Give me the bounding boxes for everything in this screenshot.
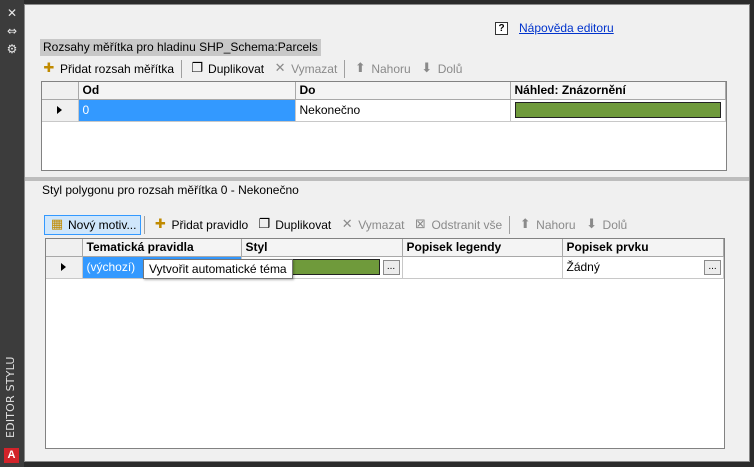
column-header-legend[interactable]: Popisek legendy	[402, 239, 563, 257]
palette-title: EDITOR STYLU	[4, 356, 17, 438]
cell-legend[interactable]	[402, 256, 563, 279]
duplicate-range-button[interactable]: ❐ Duplikovat	[185, 59, 268, 79]
scale-ranges-toolbar: ✚ Přidat rozsah měřítka ❐ Duplikovat ✕ V…	[37, 59, 466, 79]
arrow-down-icon: ⬇	[421, 61, 433, 76]
style-editor-panel: ? Nápověda editoru Rozsahy měřítka pro h…	[24, 4, 750, 462]
cell-preview[interactable]	[510, 99, 726, 122]
duplicate-rule-label: Duplikovat	[275, 218, 332, 232]
duplicate-icon: ❐	[191, 61, 203, 76]
add-scale-range-button[interactable]: ✚ Přidat rozsah měřítka	[37, 59, 178, 79]
cell-feature-label[interactable]: Žádný ...	[562, 256, 724, 279]
add-range-icon: ✚	[43, 61, 55, 76]
delete-rule-label: Vymazat	[358, 218, 405, 232]
toolbar-separator	[509, 216, 511, 234]
column-header-feature-label[interactable]: Popisek prvku	[562, 239, 724, 257]
feature-label-value: Žádný	[566, 260, 600, 274]
dock-icon[interactable]: ⇔	[4, 24, 20, 38]
help-icon[interactable]: ?	[495, 21, 508, 35]
column-header-preview[interactable]: Náhled: Znázornění	[510, 82, 726, 100]
delete-icon: ✕	[274, 61, 286, 76]
help-link[interactable]: Nápověda editoru	[519, 21, 614, 35]
row-header-corner	[46, 239, 83, 257]
move-down-range-button[interactable]: ⬇ Dolů	[415, 59, 467, 79]
new-theme-icon: ▦	[50, 217, 64, 232]
polygon-style-title: Styl polygonu pro rozsah měřítka 0 - Nek…	[42, 183, 299, 197]
arrow-up-icon: ⬆	[354, 61, 366, 76]
row-indicator-icon[interactable]	[42, 99, 79, 122]
new-theme-label: Nový motiv...	[68, 218, 137, 232]
preview-swatch	[514, 102, 721, 118]
delete-rule-button[interactable]: ✕ Vymazat	[335, 215, 408, 235]
delete-icon: ✕	[341, 217, 353, 232]
arrow-up-icon: ⬆	[519, 217, 531, 232]
section-divider[interactable]	[25, 177, 749, 181]
arrow-down-icon: ⬇	[586, 217, 597, 232]
duplicate-range-label: Duplikovat	[208, 62, 265, 76]
move-up-range-button[interactable]: ⬆ Nahoru	[348, 59, 414, 79]
new-theme-button[interactable]: ▦ Nový motiv...	[44, 215, 142, 235]
cell-from[interactable]: 0	[78, 99, 296, 122]
edit-style-button[interactable]: ...	[382, 259, 400, 275]
table-row[interactable]: 0 Nekonečno	[42, 99, 726, 122]
side-strip: ✕ ⇔ ⚙ EDITOR STYLU A	[0, 0, 24, 467]
settings-icon[interactable]: ⚙	[4, 42, 20, 56]
edit-feature-label-button[interactable]: ...	[704, 259, 721, 275]
delete-range-label: Vymazat	[291, 62, 338, 76]
row-header-corner	[42, 82, 79, 100]
help-row: ? Nápověda editoru	[495, 20, 614, 36]
duplicate-icon: ❐	[258, 217, 271, 232]
add-rule-button[interactable]: ✚ Přidat pravidlo	[148, 215, 252, 235]
column-header-rules[interactable]: Tematická pravidla	[82, 239, 242, 257]
toolbar-separator	[344, 60, 346, 78]
add-rule-icon: ✚	[155, 217, 166, 232]
move-down-label: Dolů	[437, 62, 463, 76]
duplicate-rule-button[interactable]: ❐ Duplikovat	[252, 215, 335, 235]
polygon-style-toolbar: ▦ Nový motiv... ✚ Přidat pravidlo ❐ Dupl…	[44, 215, 631, 235]
delete-range-button[interactable]: ✕ Vymazat	[268, 59, 341, 79]
scale-ranges-grid: Od Do Náhled: Znázornění 0 Nekonečno	[41, 81, 727, 171]
column-header-to[interactable]: Do	[295, 82, 511, 100]
column-header-style[interactable]: Styl	[241, 239, 403, 257]
add-scale-range-label: Přidat rozsah měřítka	[60, 62, 175, 76]
new-theme-tooltip: Vytvořit automatické téma	[143, 259, 293, 279]
column-header-from[interactable]: Od	[78, 82, 296, 100]
move-down-label: Dolů	[602, 218, 628, 232]
add-rule-label: Přidat pravidlo	[171, 218, 249, 232]
move-up-rule-button[interactable]: ⬆ Nahoru	[513, 215, 579, 235]
remove-all-label: Odstranit vše	[431, 218, 503, 232]
remove-all-icon: ⊠	[415, 217, 426, 232]
toolbar-separator	[181, 60, 183, 78]
move-up-label: Nahoru	[536, 218, 576, 232]
scale-ranges-title: Rozsahy měřítka pro hladinu SHP_Schema:P…	[40, 39, 321, 56]
close-icon[interactable]: ✕	[4, 6, 20, 20]
autocad-logo-icon: A	[4, 448, 19, 463]
move-down-rule-button[interactable]: ⬇ Dolů	[580, 215, 632, 235]
row-indicator-icon[interactable]	[46, 256, 83, 279]
toolbar-separator	[144, 216, 146, 234]
move-up-label: Nahoru	[371, 62, 411, 76]
remove-all-button[interactable]: ⊠ Odstranit vše	[408, 215, 506, 235]
cell-to[interactable]: Nekonečno	[295, 99, 511, 122]
